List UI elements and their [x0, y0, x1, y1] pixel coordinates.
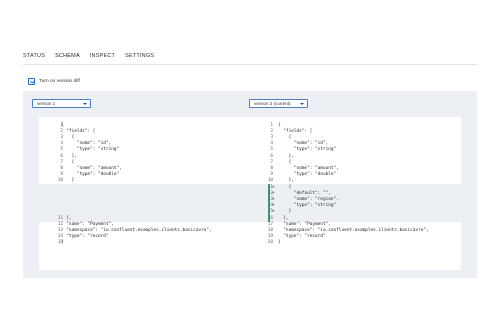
tab-inspect[interactable]: INSPECT [90, 50, 115, 64]
chevron-down-icon [300, 102, 304, 105]
left-version-select[interactable]: version 1 [32, 99, 91, 108]
tab-status[interactable]: STATUS [23, 50, 45, 64]
tab-settings[interactable]: SETTINGS [125, 50, 154, 64]
version-diff-label: Turn on version diff [39, 79, 80, 84]
tab-schema[interactable]: SCHEMA [54, 50, 81, 65]
tab-divider [23, 64, 477, 65]
version-diff-checkbox[interactable] [28, 78, 35, 85]
right-line-number: 20 [267, 240, 273, 246]
left-version-value: version 1 [37, 101, 56, 106]
schema-diff-editor[interactable]: 1{2 "fields": [3 {4 "name": "id", 5 "type… [39, 117, 461, 270]
right-code-line: 20} [39, 240, 461, 246]
right-version-select[interactable]: version 2 (current) [249, 99, 308, 108]
right-line-text: } [278, 240, 281, 246]
schema-diff-panel: version 1 version 2 (current) 1{2 "field… [23, 91, 477, 278]
chevron-down-icon [83, 102, 87, 105]
right-version-value: version 2 (current) [254, 101, 291, 106]
version-diff-toggle[interactable]: Turn on version diff [28, 78, 80, 85]
tab-bar: STATUS SCHEMA INSPECT SETTINGS [23, 50, 164, 65]
